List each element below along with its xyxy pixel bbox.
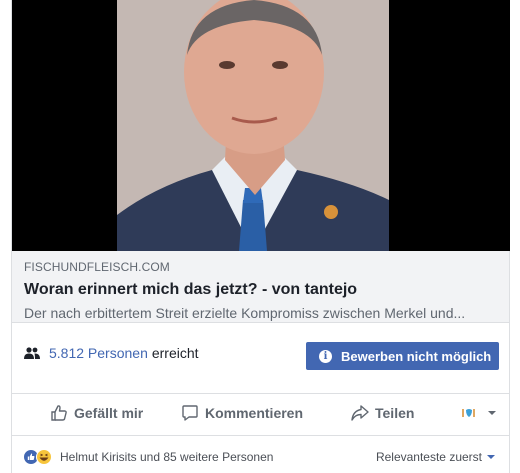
comment-button[interactable]: Kommentieren — [181, 404, 303, 422]
reach-suffix: erreicht — [151, 345, 199, 361]
share-button[interactable]: Teilen — [351, 404, 414, 422]
reactions-row: Helmut Kirisits und 85 weitere Personen … — [12, 436, 509, 472]
thumbs-up-icon — [51, 405, 67, 421]
link-headline[interactable]: Woran erinnert mich das jetzt? - von tan… — [24, 280, 497, 300]
reach-row: 5.812 Personen erreicht i Bewerben nicht… — [12, 323, 509, 394]
chevron-down-icon — [488, 411, 496, 415]
link-preview[interactable]: FISCHUNDFLEISCH.COM Woran erinnert mich … — [12, 251, 509, 323]
reaction-names[interactable]: Helmut Kirisits und 85 weitere Personen — [60, 450, 273, 464]
like-label: Gefällt mir — [74, 405, 144, 421]
share-label: Teilen — [375, 405, 415, 421]
info-icon: i — [319, 349, 332, 363]
reaction-icons[interactable] — [23, 449, 55, 465]
reach-stat: 5.812 Personen erreicht — [24, 345, 199, 361]
like-button[interactable]: Gefällt mir — [50, 404, 143, 422]
actions-row: Gefällt mir Kommentieren Teilen — [12, 394, 509, 436]
reach-count[interactable]: 5.812 Personen — [49, 345, 148, 361]
sort-label: Relevanteste zuerst — [375, 450, 482, 464]
link-description: Der nach erbittertem Streit erzielte Kom… — [24, 305, 466, 321]
haha-reaction-icon — [36, 449, 52, 465]
post-image[interactable] — [12, 0, 510, 251]
link-domain: FISCHUNDFLEISCH.COM — [24, 260, 170, 274]
boost-button-label: Bewerben nicht möglich — [341, 348, 492, 364]
page-avatar-icon — [462, 409, 475, 417]
comment-icon — [182, 405, 198, 421]
portrait-photo — [117, 0, 389, 251]
people-icon — [24, 347, 40, 359]
comment-label: Kommentieren — [205, 405, 304, 421]
comment-sort-dropdown[interactable]: Relevanteste zuerst — [376, 450, 495, 464]
share-icon — [351, 405, 369, 421]
chevron-down-icon — [487, 455, 495, 459]
post-card: FISCHUNDFLEISCH.COM Woran erinnert mich … — [11, 0, 510, 473]
boost-button[interactable]: i Bewerben nicht möglich — [306, 342, 499, 370]
reaction-selector[interactable] — [461, 407, 496, 419]
